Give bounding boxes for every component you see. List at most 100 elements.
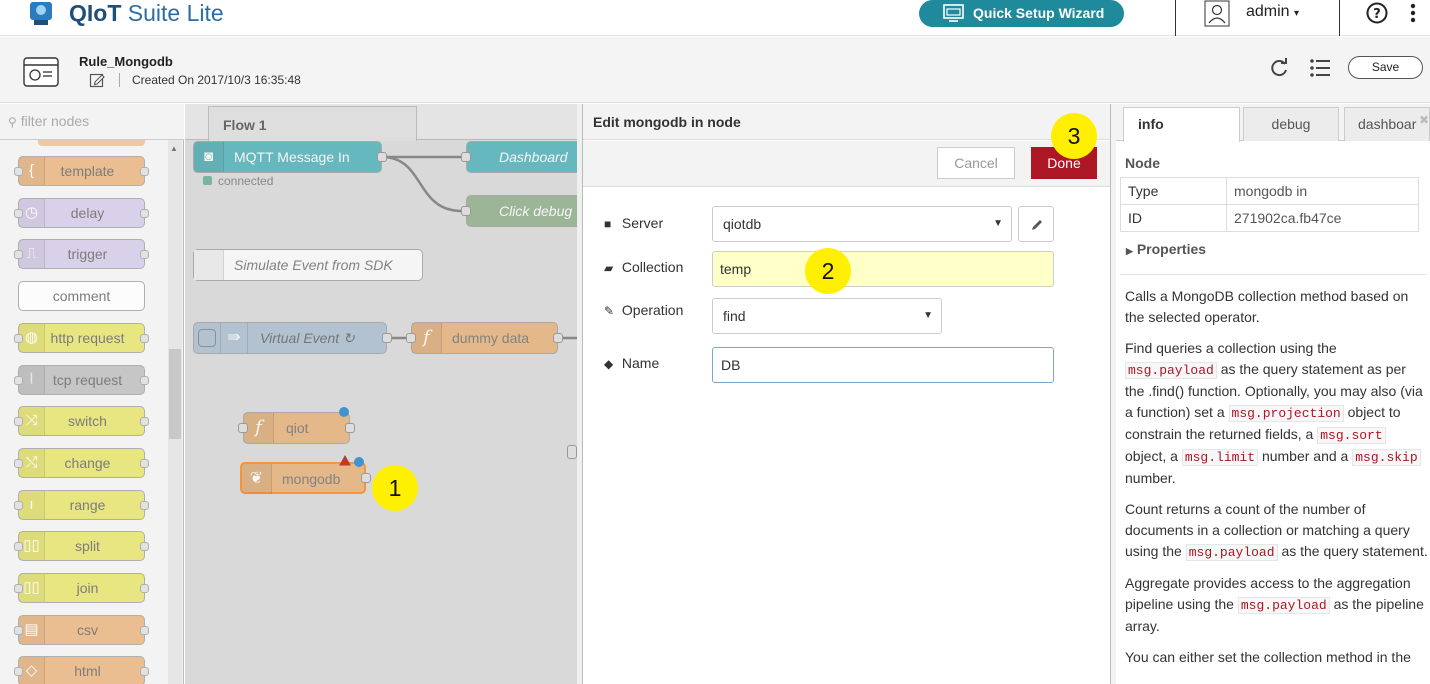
palette-node-html[interactable]: ◇ html (14, 656, 149, 684)
output-port[interactable] (345, 423, 355, 433)
function-icon: f (244, 413, 274, 443)
tab-debug[interactable]: debug (1243, 107, 1339, 141)
help-text: as the query statement. (1281, 543, 1428, 559)
palette-node-change[interactable]: ⤭ change (14, 447, 149, 478)
output-port[interactable] (382, 333, 392, 343)
properties-toggle[interactable]: ▶ Properties (1126, 241, 1206, 257)
more-options-icon[interactable] (1410, 2, 1416, 24)
filter-placeholder: filter nodes (20, 113, 90, 129)
node-status: connected (218, 174, 274, 188)
output-port (567, 445, 577, 459)
chevron-down-icon: ▼ (993, 218, 1003, 229)
node-label: dummy data (452, 330, 530, 346)
close-icon[interactable]: ✖ (1419, 113, 1429, 127)
palette-node-switch[interactable]: ⤨ switch (14, 406, 149, 437)
tab-dashboard-label: dashboar (1358, 116, 1417, 132)
chevron-down-icon: ▾ (1294, 8, 1300, 19)
code-snippet: msg.skip (1352, 449, 1421, 466)
filter-nodes-input[interactable]: ⚲ filter nodes (0, 104, 184, 140)
server-value: qiotdb (723, 216, 762, 232)
output-port[interactable] (553, 333, 563, 343)
mqtt-message-in-node[interactable]: ◙ MQTT Message In (193, 141, 382, 173)
inject-button-icon[interactable] (198, 329, 216, 347)
name-label: ◆ Name (604, 355, 659, 371)
input-port[interactable] (461, 206, 471, 216)
bookmark-icon: ■ (604, 217, 612, 231)
dummy-data-node[interactable]: f dummy data (411, 322, 558, 354)
input-port (14, 250, 23, 260)
cancel-button[interactable]: Cancel (937, 147, 1015, 179)
collection-input[interactable]: temp (712, 251, 1054, 287)
code-snippet: msg.payload (1237, 597, 1330, 614)
scroll-up-icon[interactable]: ▲ (170, 144, 178, 153)
edit-server-button[interactable] (1018, 206, 1054, 242)
help-text: object, a (1125, 448, 1178, 464)
step-badge-1: 1 (372, 465, 418, 511)
palette-scroll-thumb[interactable] (169, 349, 181, 439)
input-port (14, 584, 23, 593)
palette-node-join[interactable]: ▯▯ join (14, 573, 149, 603)
palette-node-delay[interactable]: ◷ delay (14, 197, 149, 228)
app-root: QIoT Suite Lite Quick Setup Wizard admin… (0, 0, 1430, 684)
code-snippet: msg.limit (1181, 449, 1259, 466)
name-input[interactable]: DB (712, 347, 1054, 383)
brand-rest: Suite Lite (127, 0, 224, 26)
palette-node-comment[interactable]: comment (18, 281, 145, 312)
tab-dashboard[interactable]: dashboar (1344, 107, 1430, 141)
palette-node-label: csv (77, 621, 98, 638)
palette-node-split[interactable]: ▯▯ split (14, 531, 149, 562)
output-port[interactable] (361, 473, 371, 483)
simulate-event-node[interactable]: Simulate Event from SDK (193, 249, 423, 281)
palette-node-label: template (60, 163, 115, 179)
caret-right-icon: ▶ (1126, 246, 1133, 256)
search-icon: ⚲ (8, 115, 17, 129)
output-port (140, 167, 149, 176)
input-port (14, 417, 23, 427)
output-port[interactable] (377, 152, 387, 162)
edit-icon[interactable] (89, 72, 105, 88)
input-port (14, 542, 23, 552)
tab-flow-1[interactable]: Flow 1 (208, 106, 417, 141)
server-select[interactable]: qiotdb ▼ (712, 206, 1012, 242)
arrow-right-icon: ⇛ (220, 323, 248, 353)
node-help-text: Calls a MongoDB collection method based … (1125, 286, 1428, 678)
qiot-function-node[interactable]: f qiot (243, 412, 350, 444)
palette-node-range[interactable]: ı range (14, 489, 149, 520)
operation-select[interactable]: find ▼ (712, 298, 942, 334)
palette-node-tcp-request[interactable]: ⦚ tcp request (14, 364, 149, 395)
help-paragraph: Aggregate provides access to the aggrega… (1125, 573, 1428, 637)
list-icon[interactable] (1309, 57, 1331, 79)
monitor-icon (943, 4, 964, 22)
help-icon[interactable]: ? (1366, 2, 1388, 24)
refresh-icon[interactable] (1268, 57, 1290, 79)
edit-tray (582, 104, 1111, 684)
changed-indicator-icon (339, 407, 349, 417)
save-button[interactable]: Save (1348, 56, 1423, 79)
tab-info[interactable]: info (1123, 107, 1240, 142)
brand-title[interactable]: QIoT Suite Lite (69, 0, 224, 26)
dashboard-node[interactable]: Dashboard (466, 141, 586, 173)
user-icon[interactable] (1204, 0, 1230, 27)
operation-label-text: Operation (621, 302, 684, 318)
palette-node-trigger[interactable]: ⎍ trigger (14, 239, 149, 270)
server-label-text: Server (621, 215, 664, 231)
input-port[interactable] (461, 152, 471, 162)
help-paragraph: Calls a MongoDB collection method based … (1125, 288, 1409, 325)
step-badge-3: 3 (1051, 113, 1097, 159)
code-snippet: msg.sort (1317, 427, 1386, 444)
node-label: mongodb (282, 471, 341, 487)
virtual-event-node[interactable]: ⇛ Virtual Event ↻ (193, 322, 387, 354)
palette-node-csv[interactable]: ▤ csv (14, 614, 149, 645)
palette-node-http-request[interactable]: ◍ http request (14, 322, 149, 353)
user-name: admin (1246, 3, 1290, 20)
input-port[interactable] (238, 423, 248, 433)
input-port[interactable] (406, 333, 416, 343)
user-menu[interactable]: admin ▾ (1246, 3, 1299, 21)
mongodb-node[interactable]: ❦ mongodb (240, 462, 366, 494)
leaf-icon: ❦ (242, 464, 272, 494)
rule-header (0, 37, 1430, 103)
help-text: number. (1125, 470, 1176, 486)
collection-label: ▰ Collection (604, 259, 683, 275)
palette-node-template[interactable]: {template (14, 156, 149, 186)
click-debug-node[interactable]: Click debug (466, 195, 586, 227)
